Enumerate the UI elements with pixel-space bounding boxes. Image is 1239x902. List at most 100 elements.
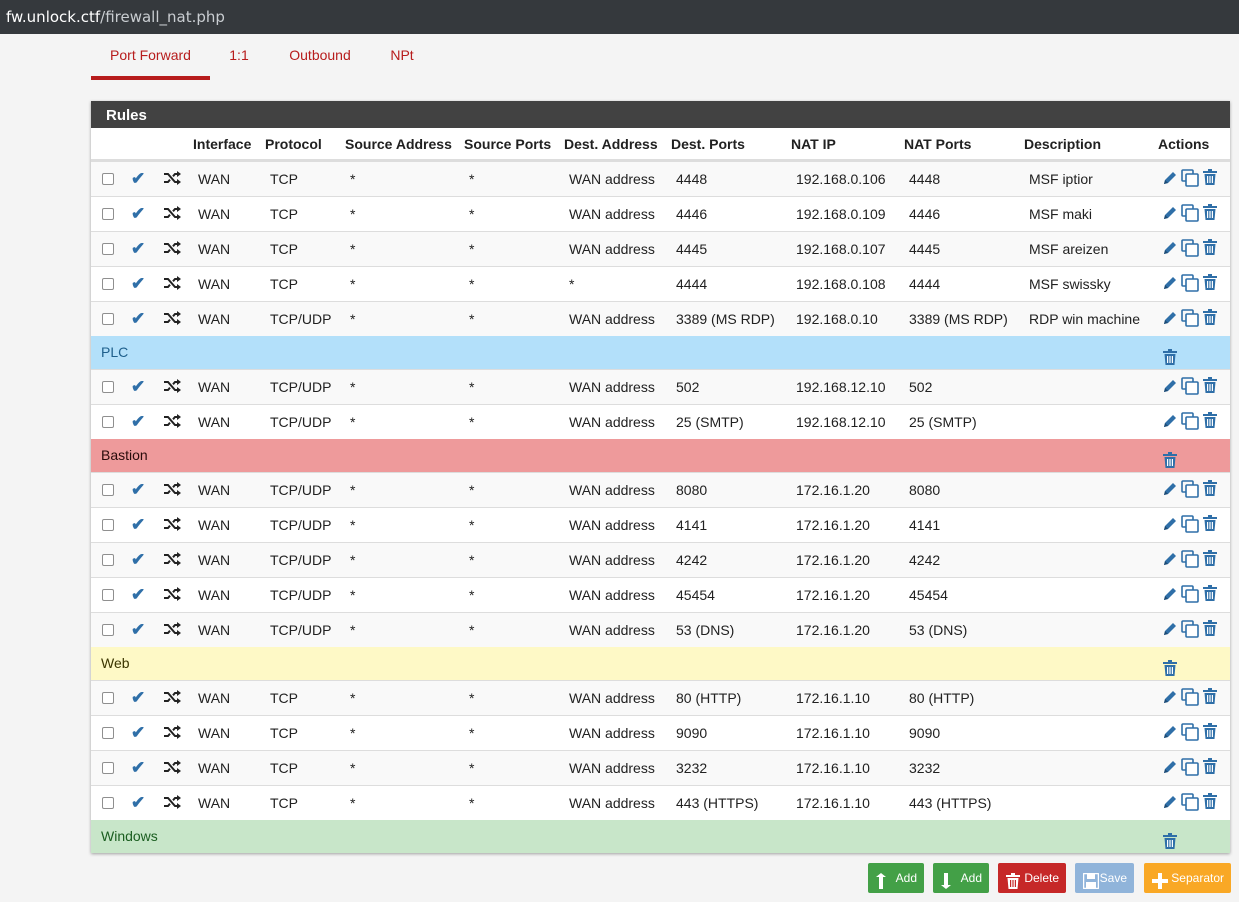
separator-button[interactable]: Separator [1144,863,1231,893]
copy-icon[interactable] [1181,377,1199,398]
row-select-checkbox[interactable] [102,589,114,601]
pencil-icon[interactable] [1162,170,1178,189]
table-row[interactable]: ✔ WAN TCP * * WAN address 443 (HTTPS) 172.16.1.… [91,785,1230,820]
table-row[interactable]: ✔ WAN TCP/UDP * * WAN address 25 (SMTP) 192.168… [91,404,1230,439]
table-row[interactable]: ✔ WAN TCP * * WAN address 80 (HTTP) 172.16.1.10… [91,680,1230,715]
copy-icon[interactable] [1181,793,1199,814]
copy-icon[interactable] [1181,239,1199,260]
row-select-checkbox[interactable] [102,484,114,496]
check-icon[interactable]: ✔ [131,716,145,750]
tab-outbound[interactable]: Outbound [285,34,355,80]
trash-icon[interactable] [1203,309,1217,328]
check-icon[interactable]: ✔ [131,751,145,785]
pencil-icon[interactable] [1162,759,1178,778]
pencil-icon[interactable] [1162,516,1178,535]
check-icon[interactable]: ✔ [131,267,145,301]
trash-icon[interactable] [1163,828,1177,861]
copy-icon[interactable] [1181,758,1199,779]
check-icon[interactable]: ✔ [131,613,145,647]
table-row[interactable]: ✔ WAN TCP * * WAN address 4446 192.168.0.109 444… [91,196,1230,231]
copy-icon[interactable] [1181,412,1199,433]
check-icon[interactable]: ✔ [131,786,145,820]
check-icon[interactable]: ✔ [131,197,145,231]
row-select-checkbox[interactable] [102,313,114,325]
tab-one-to-one[interactable]: 1:1 [224,34,254,80]
row-select-checkbox[interactable] [102,624,114,636]
trash-icon[interactable] [1203,723,1217,742]
trash-icon[interactable] [1203,515,1217,534]
pencil-icon[interactable] [1162,378,1178,397]
trash-icon[interactable] [1203,274,1217,293]
pencil-icon[interactable] [1162,586,1178,605]
add-bottom-button[interactable]: Add [933,863,989,893]
trash-icon[interactable] [1203,204,1217,223]
table-row[interactable]: ✔ WAN TCP/UDP * * WAN address 53 (DNS) 172.16.1… [91,612,1230,647]
copy-icon[interactable] [1181,620,1199,641]
pencil-icon[interactable] [1162,310,1178,329]
check-icon[interactable]: ✔ [131,232,145,266]
table-row[interactable]: ✔ WAN TCP * * * 4444 192.168.0.108 4444 MSF swiss… [91,266,1230,301]
pencil-icon[interactable] [1162,413,1178,432]
row-select-checkbox[interactable] [102,692,114,704]
address-bar[interactable]: fw.unlock.ctf/firewall_nat.php [0,0,1239,34]
trash-icon[interactable] [1203,412,1217,431]
table-row[interactable]: ✔ WAN TCP/UDP * * WAN address 45454 172.16.1.20… [91,577,1230,612]
table-row[interactable]: ✔ WAN TCP/UDP * * WAN address 4141 172.16.1.20 4… [91,507,1230,542]
check-icon[interactable]: ✔ [131,302,145,336]
add-top-button[interactable]: Add [868,863,924,893]
pencil-icon[interactable] [1162,240,1178,259]
trash-icon[interactable] [1203,239,1217,258]
copy-icon[interactable] [1181,585,1199,606]
tab-npt[interactable]: NPt [387,34,417,80]
check-icon[interactable]: ✔ [131,405,145,439]
pencil-icon[interactable] [1162,481,1178,500]
row-select-checkbox[interactable] [102,278,114,290]
check-icon[interactable]: ✔ [131,162,145,196]
table-row[interactable]: ✔ WAN TCP * * WAN address 4448 192.168.0.106 444… [91,161,1230,196]
row-select-checkbox[interactable] [102,208,114,220]
table-row[interactable]: ✔ WAN TCP/UDP * * WAN address 4242 172.16.1.20 4… [91,542,1230,577]
pencil-icon[interactable] [1162,689,1178,708]
save-button[interactable]: Save [1075,863,1134,893]
table-row[interactable]: ✔ WAN TCP * * WAN address 3232 172.16.1.10 3232 [91,750,1230,785]
row-select-checkbox[interactable] [102,762,114,774]
copy-icon[interactable] [1181,723,1199,744]
check-icon[interactable]: ✔ [131,370,145,404]
tab-port-forward[interactable]: Port Forward [91,34,210,80]
pencil-icon[interactable] [1162,794,1178,813]
row-select-checkbox[interactable] [102,727,114,739]
row-select-checkbox[interactable] [102,554,114,566]
delete-button[interactable]: Delete [998,863,1066,893]
row-select-checkbox[interactable] [102,797,114,809]
copy-icon[interactable] [1181,515,1199,536]
trash-icon[interactable] [1203,550,1217,569]
check-icon[interactable]: ✔ [131,543,145,577]
table-row[interactable]: ✔ WAN TCP * * WAN address 4445 192.168.0.107 444… [91,231,1230,266]
pencil-icon[interactable] [1162,551,1178,570]
table-row[interactable]: ✔ WAN TCP * * WAN address 9090 172.16.1.10 9090 [91,715,1230,750]
trash-icon[interactable] [1203,620,1217,639]
trash-icon[interactable] [1203,169,1217,188]
trash-icon[interactable] [1203,377,1217,396]
copy-icon[interactable] [1181,550,1199,571]
trash-icon[interactable] [1203,688,1217,707]
row-select-checkbox[interactable] [102,381,114,393]
pencil-icon[interactable] [1162,275,1178,294]
trash-icon[interactable] [1203,585,1217,604]
copy-icon[interactable] [1181,688,1199,709]
pencil-icon[interactable] [1162,724,1178,743]
copy-icon[interactable] [1181,274,1199,295]
table-row[interactable]: ✔ WAN TCP/UDP * * WAN address 502 192.168.12.10… [91,369,1230,404]
check-icon[interactable]: ✔ [131,681,145,715]
check-icon[interactable]: ✔ [131,473,145,507]
trash-icon[interactable] [1203,480,1217,499]
copy-icon[interactable] [1181,480,1199,501]
row-select-checkbox[interactable] [102,243,114,255]
table-row[interactable]: ✔ WAN TCP/UDP * * WAN address 3389 (MS RDP) 192… [91,301,1230,336]
check-icon[interactable]: ✔ [131,578,145,612]
trash-icon[interactable] [1203,758,1217,777]
row-select-checkbox[interactable] [102,519,114,531]
trash-icon[interactable] [1203,793,1217,812]
check-icon[interactable]: ✔ [131,508,145,542]
table-row[interactable]: ✔ WAN TCP/UDP * * WAN address 8080 172.16.1.20 8… [91,472,1230,507]
